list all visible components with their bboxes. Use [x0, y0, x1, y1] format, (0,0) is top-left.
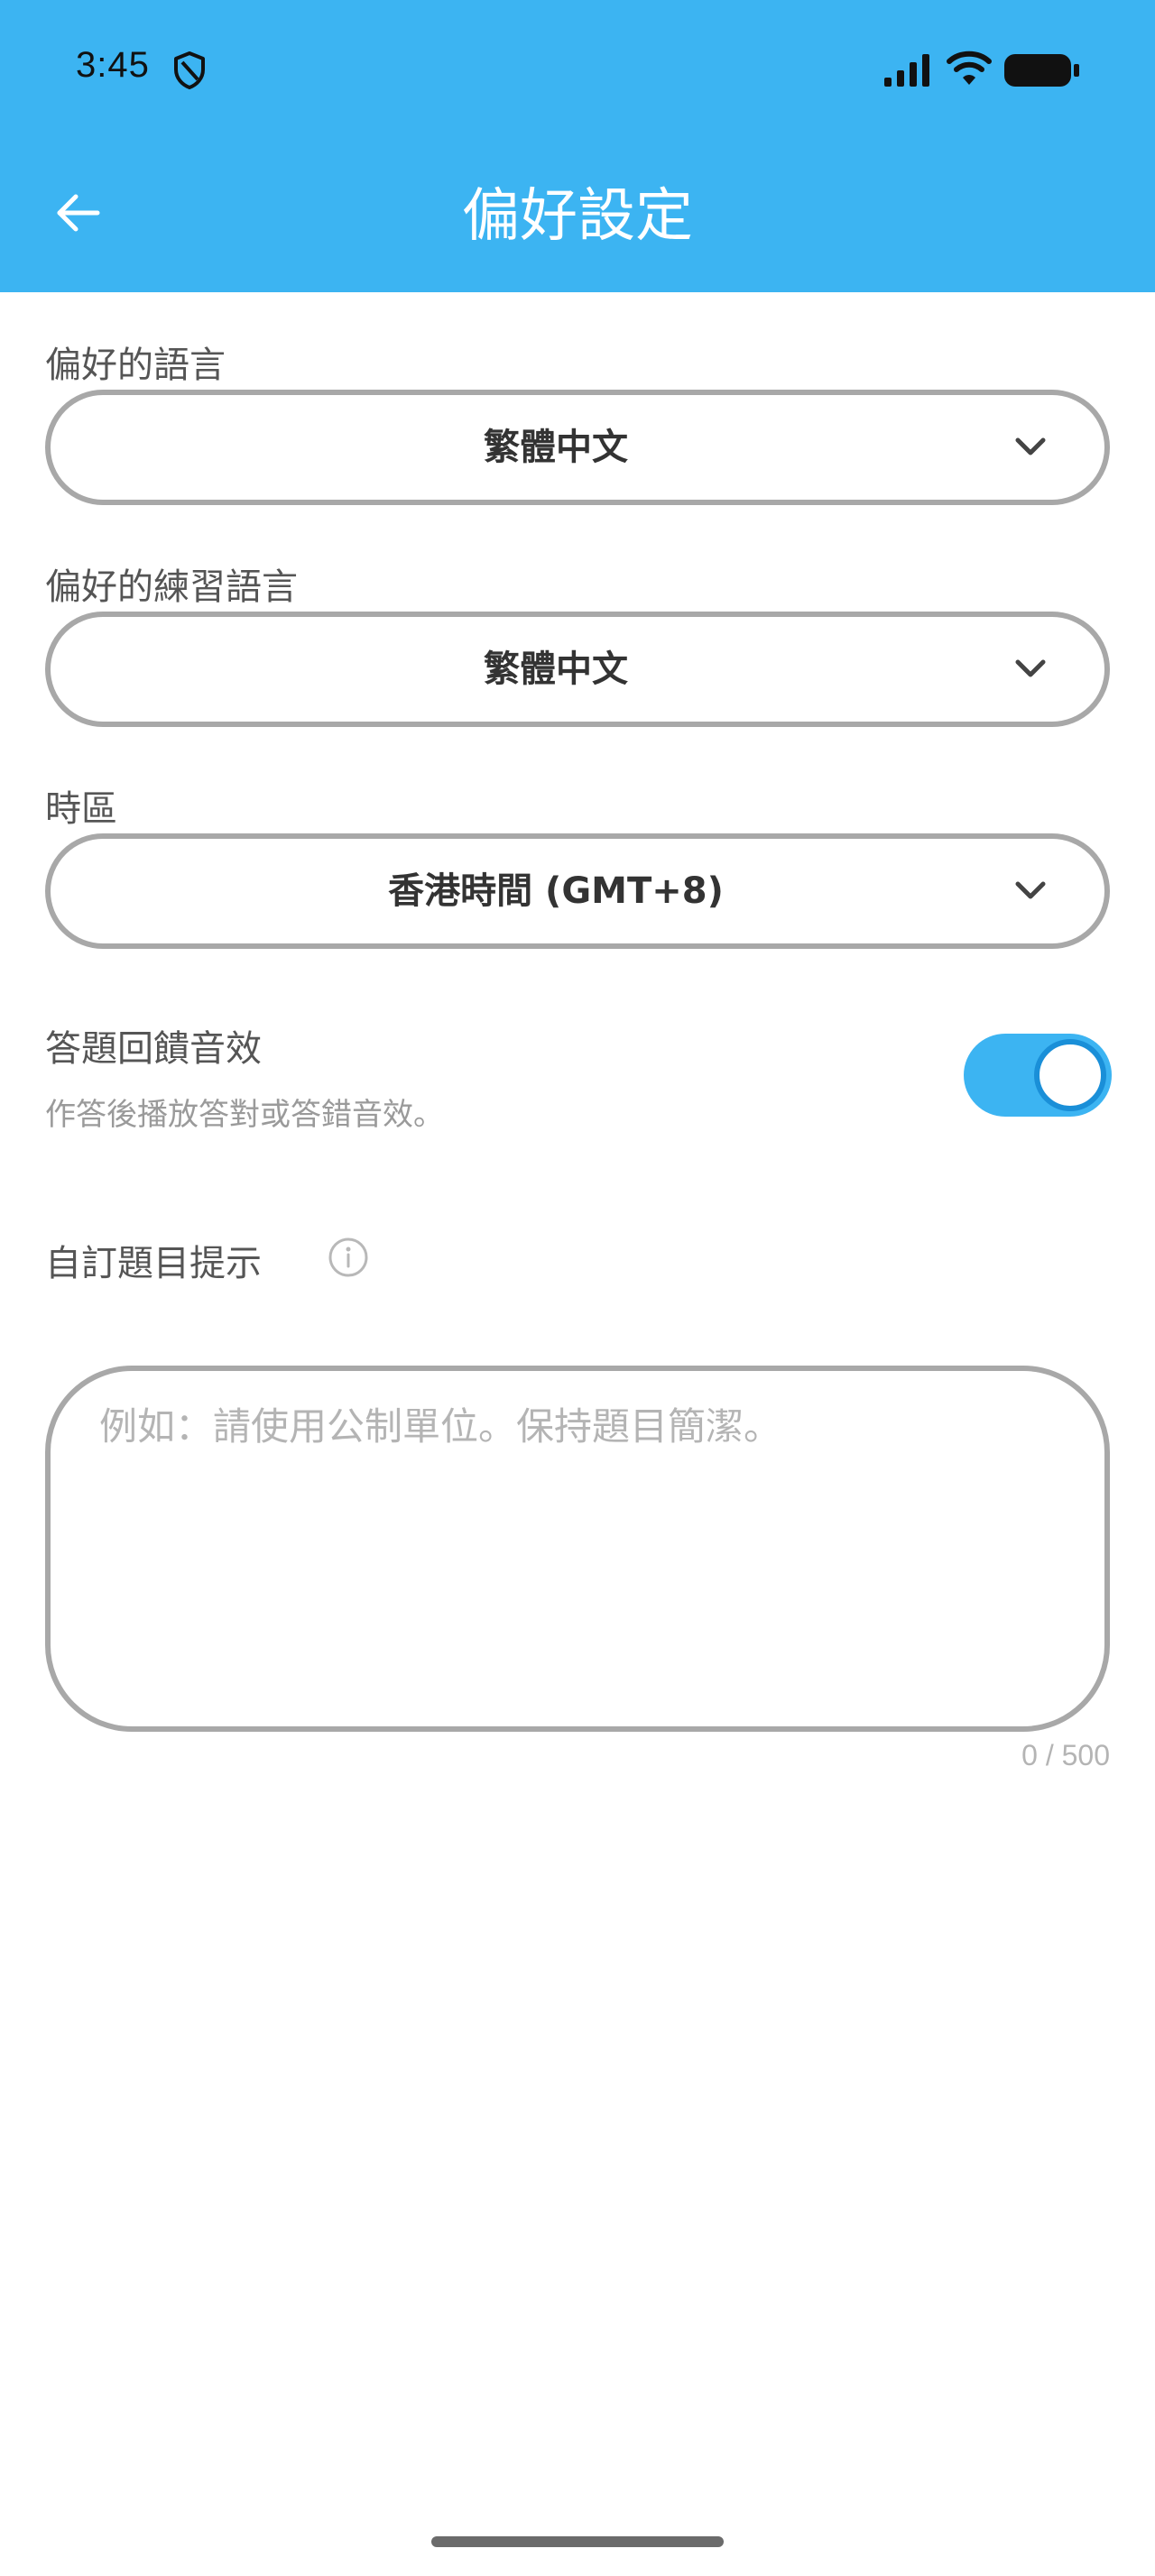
sound-feedback-toggle[interactable] — [964, 1034, 1112, 1117]
info-icon[interactable] — [327, 1236, 370, 1279]
char-count: 0 / 500 — [1021, 1739, 1110, 1771]
sound-feedback-description: 作答後播放答對或答錯音效。 — [45, 1097, 444, 1133]
app-header: 3:45 偏好設定 — [0, 0, 1155, 292]
battery-icon — [1004, 54, 1079, 87]
preferred-language-value: 繁體中文 — [484, 427, 628, 468]
status-time: 3:45 — [76, 45, 150, 85]
custom-hint-input[interactable] — [45, 1366, 1110, 1732]
preferred-language-label: 偏好的語言 — [45, 345, 226, 386]
chevron-down-icon — [1015, 437, 1046, 455]
home-indicator[interactable] — [431, 2536, 724, 2547]
practice-language-value: 繁體中文 — [484, 649, 628, 690]
practice-language-label: 偏好的練習語言 — [45, 566, 298, 608]
shield-icon — [174, 51, 205, 89]
page-title: 偏好設定 — [462, 183, 693, 250]
signal-icon — [884, 54, 929, 87]
timezone-select[interactable]: 香港時間 (GMT+8) — [45, 833, 1110, 949]
custom-hint-label: 自訂題目提示 — [45, 1243, 262, 1284]
chevron-down-icon — [1015, 881, 1046, 899]
wifi-icon — [947, 51, 992, 85]
practice-language-select[interactable]: 繁體中文 — [45, 612, 1110, 727]
sound-feedback-title: 答題回饋音效 — [45, 1028, 262, 1070]
timezone-label: 時區 — [45, 788, 117, 830]
preferred-language-select[interactable]: 繁體中文 — [45, 390, 1110, 505]
timezone-value: 香港時間 (GMT+8) — [388, 870, 724, 912]
chevron-down-icon — [1015, 659, 1046, 677]
preferences-screen: 3:45 偏好設定 偏好的語言 繁體中文 偏好的練習語言 繁體中文 時區 香港時… — [0, 0, 1155, 2576]
toggle-knob — [1034, 1039, 1106, 1111]
